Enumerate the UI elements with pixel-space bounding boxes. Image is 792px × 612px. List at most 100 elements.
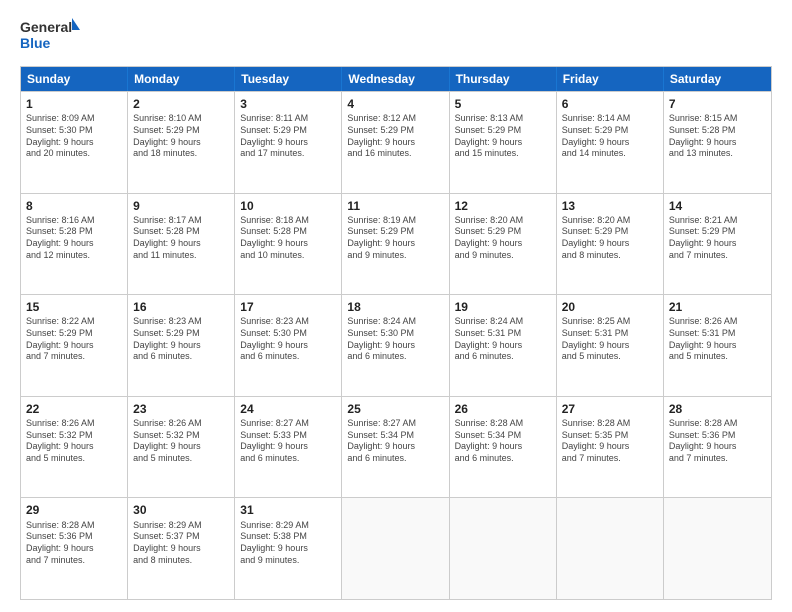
calendar-cell	[664, 498, 771, 599]
day-number: 30	[133, 502, 229, 518]
cell-info: Sunrise: 8:25 AMSunset: 5:31 PMDaylight:…	[562, 316, 658, 363]
calendar-row-5: 29 Sunrise: 8:28 AMSunset: 5:36 PMDayligh…	[21, 497, 771, 599]
cell-info: Sunrise: 8:12 AMSunset: 5:29 PMDaylight:…	[347, 113, 443, 160]
calendar-cell: 21Sunrise: 8:26 AMSunset: 5:31 PMDayligh…	[664, 295, 771, 396]
day-number: 1	[26, 96, 122, 112]
day-number: 25	[347, 401, 443, 417]
day-number: 26	[455, 401, 551, 417]
day-number: 12	[455, 198, 551, 214]
header-cell-friday: Friday	[557, 67, 664, 91]
day-number: 19	[455, 299, 551, 315]
cell-info: Sunrise: 8:15 AMSunset: 5:28 PMDaylight:…	[669, 113, 766, 160]
calendar-cell: 25Sunrise: 8:27 AMSunset: 5:34 PMDayligh…	[342, 397, 449, 498]
calendar-row-1: 1Sunrise: 8:09 AMSunset: 5:30 PMDaylight…	[21, 91, 771, 193]
header-cell-thursday: Thursday	[450, 67, 557, 91]
calendar-cell: 4Sunrise: 8:12 AMSunset: 5:29 PMDaylight…	[342, 92, 449, 193]
header-cell-saturday: Saturday	[664, 67, 771, 91]
day-number: 31	[240, 502, 336, 518]
calendar-cell: 14Sunrise: 8:21 AMSunset: 5:29 PMDayligh…	[664, 194, 771, 295]
cell-info: Sunrise: 8:22 AMSunset: 5:29 PMDaylight:…	[26, 316, 122, 363]
day-number: 21	[669, 299, 766, 315]
cell-info: Sunrise: 8:17 AMSunset: 5:28 PMDaylight:…	[133, 215, 229, 262]
day-number: 8	[26, 198, 122, 214]
calendar-cell: 23Sunrise: 8:26 AMSunset: 5:32 PMDayligh…	[128, 397, 235, 498]
calendar-cell: 16Sunrise: 8:23 AMSunset: 5:29 PMDayligh…	[128, 295, 235, 396]
day-number: 18	[347, 299, 443, 315]
day-number: 28	[669, 401, 766, 417]
calendar-row-2: 8Sunrise: 8:16 AMSunset: 5:28 PMDaylight…	[21, 193, 771, 295]
calendar-cell: 22Sunrise: 8:26 AMSunset: 5:32 PMDayligh…	[21, 397, 128, 498]
cell-info: Sunrise: 8:29 AMSunset: 5:37 PMDaylight:…	[133, 520, 229, 567]
day-number: 5	[455, 96, 551, 112]
calendar-cell: 3Sunrise: 8:11 AMSunset: 5:29 PMDaylight…	[235, 92, 342, 193]
logo-svg: General Blue	[20, 16, 80, 56]
day-number: 27	[562, 401, 658, 417]
header-cell-monday: Monday	[128, 67, 235, 91]
calendar-row-4: 22Sunrise: 8:26 AMSunset: 5:32 PMDayligh…	[21, 396, 771, 498]
cell-info: Sunrise: 8:27 AMSunset: 5:33 PMDaylight:…	[240, 418, 336, 465]
cell-info: Sunrise: 8:24 AMSunset: 5:31 PMDaylight:…	[455, 316, 551, 363]
day-number: 29	[26, 502, 122, 518]
cell-info: Sunrise: 8:14 AMSunset: 5:29 PMDaylight:…	[562, 113, 658, 160]
day-number: 15	[26, 299, 122, 315]
calendar-cell: 2Sunrise: 8:10 AMSunset: 5:29 PMDaylight…	[128, 92, 235, 193]
calendar-cell: 5Sunrise: 8:13 AMSunset: 5:29 PMDaylight…	[450, 92, 557, 193]
day-number: 20	[562, 299, 658, 315]
calendar-cell: 11Sunrise: 8:19 AMSunset: 5:29 PMDayligh…	[342, 194, 449, 295]
cell-info: Sunrise: 8:27 AMSunset: 5:34 PMDaylight:…	[347, 418, 443, 465]
svg-text:Blue: Blue	[20, 35, 51, 51]
cell-info: Sunrise: 8:26 AMSunset: 5:32 PMDaylight:…	[26, 418, 122, 465]
svg-text:General: General	[20, 19, 72, 35]
cell-info: Sunrise: 8:28 AMSunset: 5:35 PMDaylight:…	[562, 418, 658, 465]
calendar-row-3: 15Sunrise: 8:22 AMSunset: 5:29 PMDayligh…	[21, 294, 771, 396]
calendar-cell: 17Sunrise: 8:23 AMSunset: 5:30 PMDayligh…	[235, 295, 342, 396]
page: General Blue SundayMondayTuesdayWednesda…	[0, 0, 792, 612]
calendar-cell: 9Sunrise: 8:17 AMSunset: 5:28 PMDaylight…	[128, 194, 235, 295]
cell-info: Sunrise: 8:16 AMSunset: 5:28 PMDaylight:…	[26, 215, 122, 262]
calendar-cell	[342, 498, 449, 599]
calendar-cell: 7Sunrise: 8:15 AMSunset: 5:28 PMDaylight…	[664, 92, 771, 193]
day-number: 16	[133, 299, 229, 315]
day-number: 23	[133, 401, 229, 417]
day-number: 7	[669, 96, 766, 112]
calendar: SundayMondayTuesdayWednesdayThursdayFrid…	[20, 66, 772, 600]
cell-info: Sunrise: 8:11 AMSunset: 5:29 PMDaylight:…	[240, 113, 336, 160]
day-number: 10	[240, 198, 336, 214]
day-number: 13	[562, 198, 658, 214]
calendar-cell: 15Sunrise: 8:22 AMSunset: 5:29 PMDayligh…	[21, 295, 128, 396]
calendar-cell: 12Sunrise: 8:20 AMSunset: 5:29 PMDayligh…	[450, 194, 557, 295]
cell-info: Sunrise: 8:28 AMSunset: 5:36 PMDaylight:…	[26, 520, 122, 567]
cell-info: Sunrise: 8:29 AMSunset: 5:38 PMDaylight:…	[240, 520, 336, 567]
cell-info: Sunrise: 8:26 AMSunset: 5:32 PMDaylight:…	[133, 418, 229, 465]
calendar-cell: 6Sunrise: 8:14 AMSunset: 5:29 PMDaylight…	[557, 92, 664, 193]
cell-info: Sunrise: 8:09 AMSunset: 5:30 PMDaylight:…	[26, 113, 122, 160]
calendar-cell: 24Sunrise: 8:27 AMSunset: 5:33 PMDayligh…	[235, 397, 342, 498]
cell-info: Sunrise: 8:23 AMSunset: 5:29 PMDaylight:…	[133, 316, 229, 363]
calendar-cell: 10Sunrise: 8:18 AMSunset: 5:28 PMDayligh…	[235, 194, 342, 295]
calendar-cell: 29 Sunrise: 8:28 AMSunset: 5:36 PMDayligh…	[21, 498, 128, 599]
day-number: 17	[240, 299, 336, 315]
calendar-cell: 13Sunrise: 8:20 AMSunset: 5:29 PMDayligh…	[557, 194, 664, 295]
cell-info: Sunrise: 8:20 AMSunset: 5:29 PMDaylight:…	[455, 215, 551, 262]
day-number: 2	[133, 96, 229, 112]
cell-info: Sunrise: 8:23 AMSunset: 5:30 PMDaylight:…	[240, 316, 336, 363]
cell-info: Sunrise: 8:26 AMSunset: 5:31 PMDaylight:…	[669, 316, 766, 363]
day-number: 6	[562, 96, 658, 112]
calendar-cell: 27Sunrise: 8:28 AMSunset: 5:35 PMDayligh…	[557, 397, 664, 498]
calendar-cell: 26Sunrise: 8:28 AMSunset: 5:34 PMDayligh…	[450, 397, 557, 498]
calendar-cell: 30 Sunrise: 8:29 AMSunset: 5:37 PMDayligh…	[128, 498, 235, 599]
cell-info: Sunrise: 8:28 AMSunset: 5:34 PMDaylight:…	[455, 418, 551, 465]
cell-info: Sunrise: 8:20 AMSunset: 5:29 PMDaylight:…	[562, 215, 658, 262]
day-number: 9	[133, 198, 229, 214]
day-number: 14	[669, 198, 766, 214]
cell-info: Sunrise: 8:19 AMSunset: 5:29 PMDaylight:…	[347, 215, 443, 262]
day-number: 24	[240, 401, 336, 417]
calendar-header: SundayMondayTuesdayWednesdayThursdayFrid…	[21, 67, 771, 91]
cell-info: Sunrise: 8:13 AMSunset: 5:29 PMDaylight:…	[455, 113, 551, 160]
calendar-cell	[557, 498, 664, 599]
day-number: 11	[347, 198, 443, 214]
cell-info: Sunrise: 8:28 AMSunset: 5:36 PMDaylight:…	[669, 418, 766, 465]
logo: General Blue	[20, 16, 80, 56]
header-cell-sunday: Sunday	[21, 67, 128, 91]
calendar-cell: 20Sunrise: 8:25 AMSunset: 5:31 PMDayligh…	[557, 295, 664, 396]
